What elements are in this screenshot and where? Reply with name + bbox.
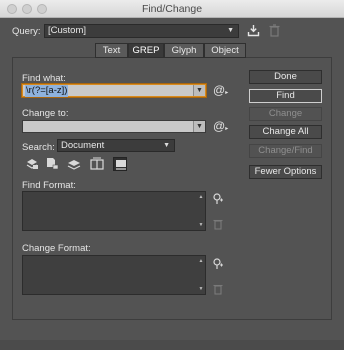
trash-icon: [212, 283, 224, 295]
include-footnotes-icon[interactable]: [113, 157, 127, 171]
chevron-down-icon: ▼: [163, 142, 170, 149]
fewer-options-button[interactable]: Fewer Options: [249, 165, 322, 179]
done-button[interactable]: Done: [249, 70, 322, 84]
change-format-label: Change Format:: [22, 243, 91, 254]
specify-attributes-icon[interactable]: [212, 193, 224, 205]
change-button[interactable]: Change: [249, 107, 322, 121]
find-button[interactable]: Find: [249, 89, 322, 103]
chevron-down-icon[interactable]: ▼: [193, 85, 205, 96]
change-find-button[interactable]: Change/Find: [249, 144, 322, 158]
trash-icon: [269, 24, 280, 37]
bottom-bar: [0, 340, 344, 350]
at-sign-icon[interactable]: @▸: [213, 119, 228, 133]
change-format-box[interactable]: ▲ ▼: [22, 255, 206, 295]
scroll-down-icon[interactable]: ▼: [198, 222, 204, 228]
trash-icon: [212, 218, 224, 230]
tab-text[interactable]: Text: [95, 43, 128, 58]
include-locked-stories-icon[interactable]: [45, 157, 59, 171]
find-format-box[interactable]: ▲ ▼: [22, 191, 206, 231]
scroll-down-icon[interactable]: ▼: [198, 286, 204, 292]
scroll-up-icon[interactable]: ▲: [198, 258, 204, 264]
change-to-field[interactable]: ▼: [22, 120, 206, 133]
search-scope-dropdown[interactable]: Document ▼: [57, 139, 175, 152]
window-title: Find/Change: [141, 3, 203, 15]
specify-attributes-icon[interactable]: [212, 258, 224, 270]
include-hidden-layers-icon[interactable]: [67, 157, 81, 171]
at-sign-icon[interactable]: @▸: [213, 83, 228, 97]
find-format-label: Find Format:: [22, 180, 76, 191]
change-all-button[interactable]: Change All: [249, 125, 322, 139]
search-scope-value: Document: [61, 140, 105, 151]
change-to-label: Change to:: [22, 108, 69, 119]
find-what-field[interactable]: \r(?=[a-z]) ▼: [22, 84, 206, 97]
find-what-label: Find what:: [22, 73, 66, 84]
save-query-icon[interactable]: [247, 24, 260, 37]
query-dropdown[interactable]: [Custom] ▼: [44, 24, 239, 38]
tab-glyph[interactable]: Glyph: [164, 43, 204, 58]
include-master-pages-icon[interactable]: [90, 157, 104, 171]
tab-grep[interactable]: GREP: [128, 43, 164, 58]
query-label: Query:: [12, 26, 41, 37]
tab-object[interactable]: Object: [204, 43, 246, 58]
find-what-value: \r(?=[a-z]): [25, 85, 69, 97]
include-locked-layers-icon[interactable]: [25, 157, 39, 171]
search-label: Search:: [22, 142, 55, 153]
chevron-down-icon: ▼: [227, 27, 234, 34]
chevron-down-icon[interactable]: ▼: [193, 121, 205, 132]
query-value: [Custom]: [48, 25, 87, 36]
scroll-up-icon[interactable]: ▲: [198, 194, 204, 200]
